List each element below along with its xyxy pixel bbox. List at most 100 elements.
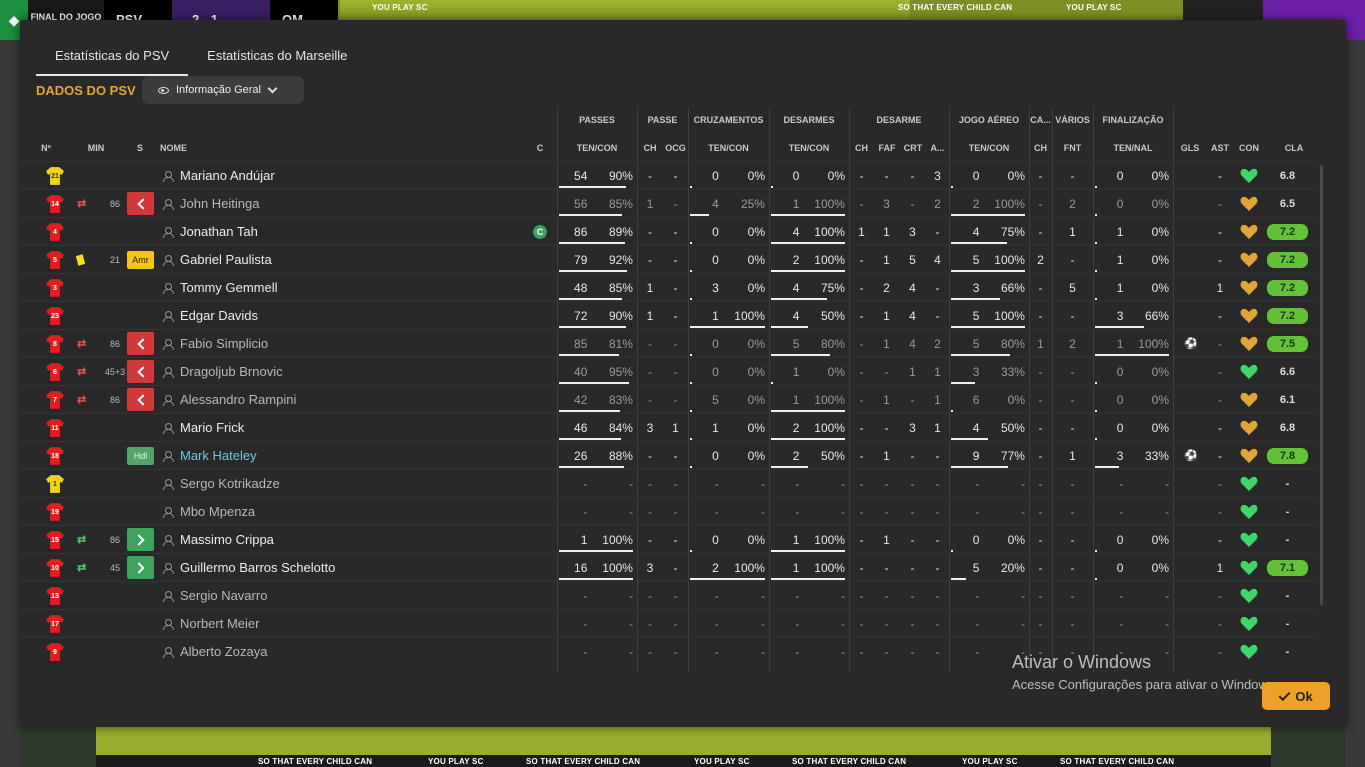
chances-created: -: [673, 393, 678, 407]
shots-attempts: -: [1119, 617, 1124, 631]
column-header-name[interactable]: NOME: [160, 143, 187, 153]
shots-percent: -: [1164, 617, 1169, 631]
column-header-sub[interactable]: S: [132, 143, 148, 153]
player-name[interactable]: Tommy Gemmell: [180, 274, 278, 302]
table-row[interactable]: 10 ⇄ 45 Guillermo Barros Schelotto 16 100% 3-2…: [20, 553, 1316, 581]
tackle-stat: 1: [934, 421, 941, 435]
player-name[interactable]: Guillermo Barros Schelotto: [180, 554, 335, 582]
table-row[interactable]: 17 Norbert Meier - - - - - - - - - - - - - - - - - - - -: [20, 609, 1316, 637]
column-header-tackles[interactable]: TEN/CON: [769, 143, 849, 153]
table-row[interactable]: 18 Hdl Mark Hateley 26 88% - -0 0% 2 50% -1- -9 77% -…: [20, 441, 1316, 469]
shirt-icon: 17: [45, 614, 65, 634]
aerial-percent: -: [1020, 617, 1025, 631]
crosses-percent: 0%: [747, 281, 765, 295]
player-name[interactable]: Mbo Mpenza: [180, 498, 255, 526]
shirt-number: 5: [53, 257, 57, 264]
table-row[interactable]: 9 Alberto Zozaya - - - - - - - - - - - - - - - - - - - -: [20, 637, 1316, 665]
player-icon: [163, 367, 174, 378]
ok-button[interactable]: Ok: [1262, 682, 1330, 710]
condition-heart-icon: [1240, 616, 1258, 632]
player-name[interactable]: Alessandro Rampini: [180, 386, 296, 414]
tackles-percent: 0%: [827, 169, 845, 183]
chevron-down-icon: [267, 83, 278, 94]
ca-stat: -: [1038, 225, 1043, 239]
player-name[interactable]: John Heitinga: [180, 190, 260, 218]
crosses-percent: 25%: [740, 197, 765, 211]
table-row[interactable]: 6 ⇄ 45+3 Dragoljub Brnovic 40 95% - -0 0% 1 0% - -1 1…: [20, 357, 1316, 385]
tackles-success-bar: [771, 186, 773, 188]
player-name[interactable]: Sergio Navarro: [180, 582, 267, 610]
shirt-icon: 5: [45, 250, 65, 270]
table-row[interactable]: 11 Mario Frick 46 84% 3 1 1 0% 2 100% - -3 1 4 50% - -0 0…: [20, 413, 1316, 441]
table-row[interactable]: 7 ⇄ 86 Alessandro Rampini 42 83% - -5 0% 1 100% -1-…: [20, 385, 1316, 413]
column-header-tackle-ch[interactable]: CH: [849, 143, 874, 153]
tackle-stat: -: [910, 645, 915, 659]
player-name[interactable]: Alberto Zozaya: [180, 638, 267, 666]
column-header-crosses[interactable]: TEN/CON: [688, 143, 769, 153]
player-name[interactable]: Massimo Crippa: [180, 526, 274, 554]
column-header-fouls[interactable]: FNT: [1052, 143, 1093, 153]
table-row[interactable]: 23 Edgar Davids 72 90% 1-1 100% 4 50% -1 4-5 100% -…: [20, 301, 1316, 329]
tab-psv-stats[interactable]: Estatísticas do PSV: [36, 44, 189, 76]
column-header-aerial[interactable]: TEN/CON: [949, 143, 1029, 153]
column-header-ca-ch[interactable]: CH: [1029, 143, 1052, 153]
table-row[interactable]: 14 ⇄ 86 John Heitinga 56 85% 1-4 25% 1 100% -3-2 2 1…: [20, 189, 1316, 217]
table-row[interactable]: 13 Sergio Navarro - - - - - - - - - - - - - - - - - - - -: [20, 581, 1316, 609]
passes-success-bar: [559, 270, 627, 272]
column-header-tackle-faf[interactable]: FAF: [874, 143, 900, 153]
column-header-key-passes[interactable]: CH: [637, 143, 663, 153]
ca-stat: -: [1038, 505, 1043, 519]
table-row[interactable]: 5 21 Amr Gabriel Paulista 79 92% - -0 0% 2 100% -1 5…: [20, 245, 1316, 273]
player-name[interactable]: Sergo Kotrikadze: [180, 470, 280, 498]
shirt-number: 4: [53, 229, 57, 236]
column-header-number[interactable]: Nº: [34, 143, 58, 153]
player-name[interactable]: Mariano Andújar: [180, 162, 275, 190]
shirt-number: 6: [53, 369, 57, 376]
column-header-captain[interactable]: C: [535, 143, 545, 153]
column-header-shots[interactable]: TEN/NAL: [1093, 143, 1173, 153]
player-rating: -: [1285, 534, 1290, 546]
tab-marseille-stats[interactable]: Estatísticas do Marseille: [188, 44, 366, 76]
group-header-passes: PASSES: [579, 115, 615, 125]
player-name[interactable]: Fabio Simplicio: [180, 330, 268, 358]
shots-attempts: -: [1119, 645, 1124, 659]
column-header-tackle-crt[interactable]: CRT: [900, 143, 926, 153]
table-row[interactable]: 3 Tommy Gemmell 48 85% 1-3 0% 4 75% -2 4-3 66% -5 1 0…: [20, 273, 1316, 301]
aerial-success-bar: [951, 550, 953, 552]
player-name[interactable]: Edgar Davids: [180, 302, 258, 330]
chances-created: -: [673, 197, 678, 211]
column-header-goals[interactable]: GLS: [1175, 143, 1205, 153]
fouls: 2: [1069, 197, 1076, 211]
crosses-success-bar: [690, 214, 709, 216]
player-name[interactable]: Jonathan Tah: [180, 218, 258, 246]
table-row[interactable]: 19 Mbo Mpenza - - - - - - - - - - - - - - - - - - - -: [20, 497, 1316, 525]
view-select[interactable]: Informação Geral: [142, 76, 304, 104]
crosses-percent: 0%: [747, 253, 765, 267]
player-name[interactable]: Gabriel Paulista: [180, 246, 272, 274]
table-row[interactable]: 21 Mariano Andújar 54 90% - -0 0% 0 0% - - -3 0 0% - -0…: [20, 161, 1316, 189]
column-header-minutes[interactable]: MIN: [86, 143, 106, 153]
ca-stat: -: [1038, 169, 1043, 183]
table-row[interactable]: 15 ⇄ 86 Massimo Crippa 1 100% - -0 0% 1 100% -1- -0 0…: [20, 525, 1316, 553]
player-name[interactable]: Mark Hateley: [180, 442, 257, 470]
player-name[interactable]: Norbert Meier: [180, 610, 259, 638]
table-row[interactable]: 1 Sergo Kotrikadze - - - - - - - - - - - - - - - - - - - -: [20, 469, 1316, 497]
assists: -: [1218, 645, 1222, 659]
column-header-chances[interactable]: OCG: [663, 143, 688, 153]
column-header-con[interactable]: CON: [1235, 143, 1263, 153]
tackle-stat: -: [884, 561, 889, 575]
table-row[interactable]: 4 Jonathan Tah C 86 89% - -0 0% 4 100% 1 1 3-4 75% -1 1…: [20, 217, 1316, 245]
aerial-percent: 0%: [1007, 169, 1025, 183]
player-name[interactable]: Mario Frick: [180, 414, 244, 442]
player-name[interactable]: Dragoljub Brnovic: [180, 358, 283, 386]
column-header-rating[interactable]: CLA: [1272, 143, 1316, 153]
column-header-tackle-a[interactable]: A...: [926, 143, 949, 153]
condition-heart-icon: [1240, 560, 1258, 576]
column-header-assists[interactable]: AST: [1205, 143, 1235, 153]
shirt-number: 1: [53, 481, 57, 488]
shirt-number: 3: [53, 285, 57, 292]
crosses-attempts: 0: [712, 225, 719, 239]
column-header-passes[interactable]: TEN/CON: [557, 143, 637, 153]
table-scrollbar[interactable]: [1320, 165, 1323, 605]
table-row[interactable]: 8 ⇄ 86 Fabio Simplicio 85 81% - -0 0% 5 80% -1 4 2 5 80…: [20, 329, 1316, 357]
